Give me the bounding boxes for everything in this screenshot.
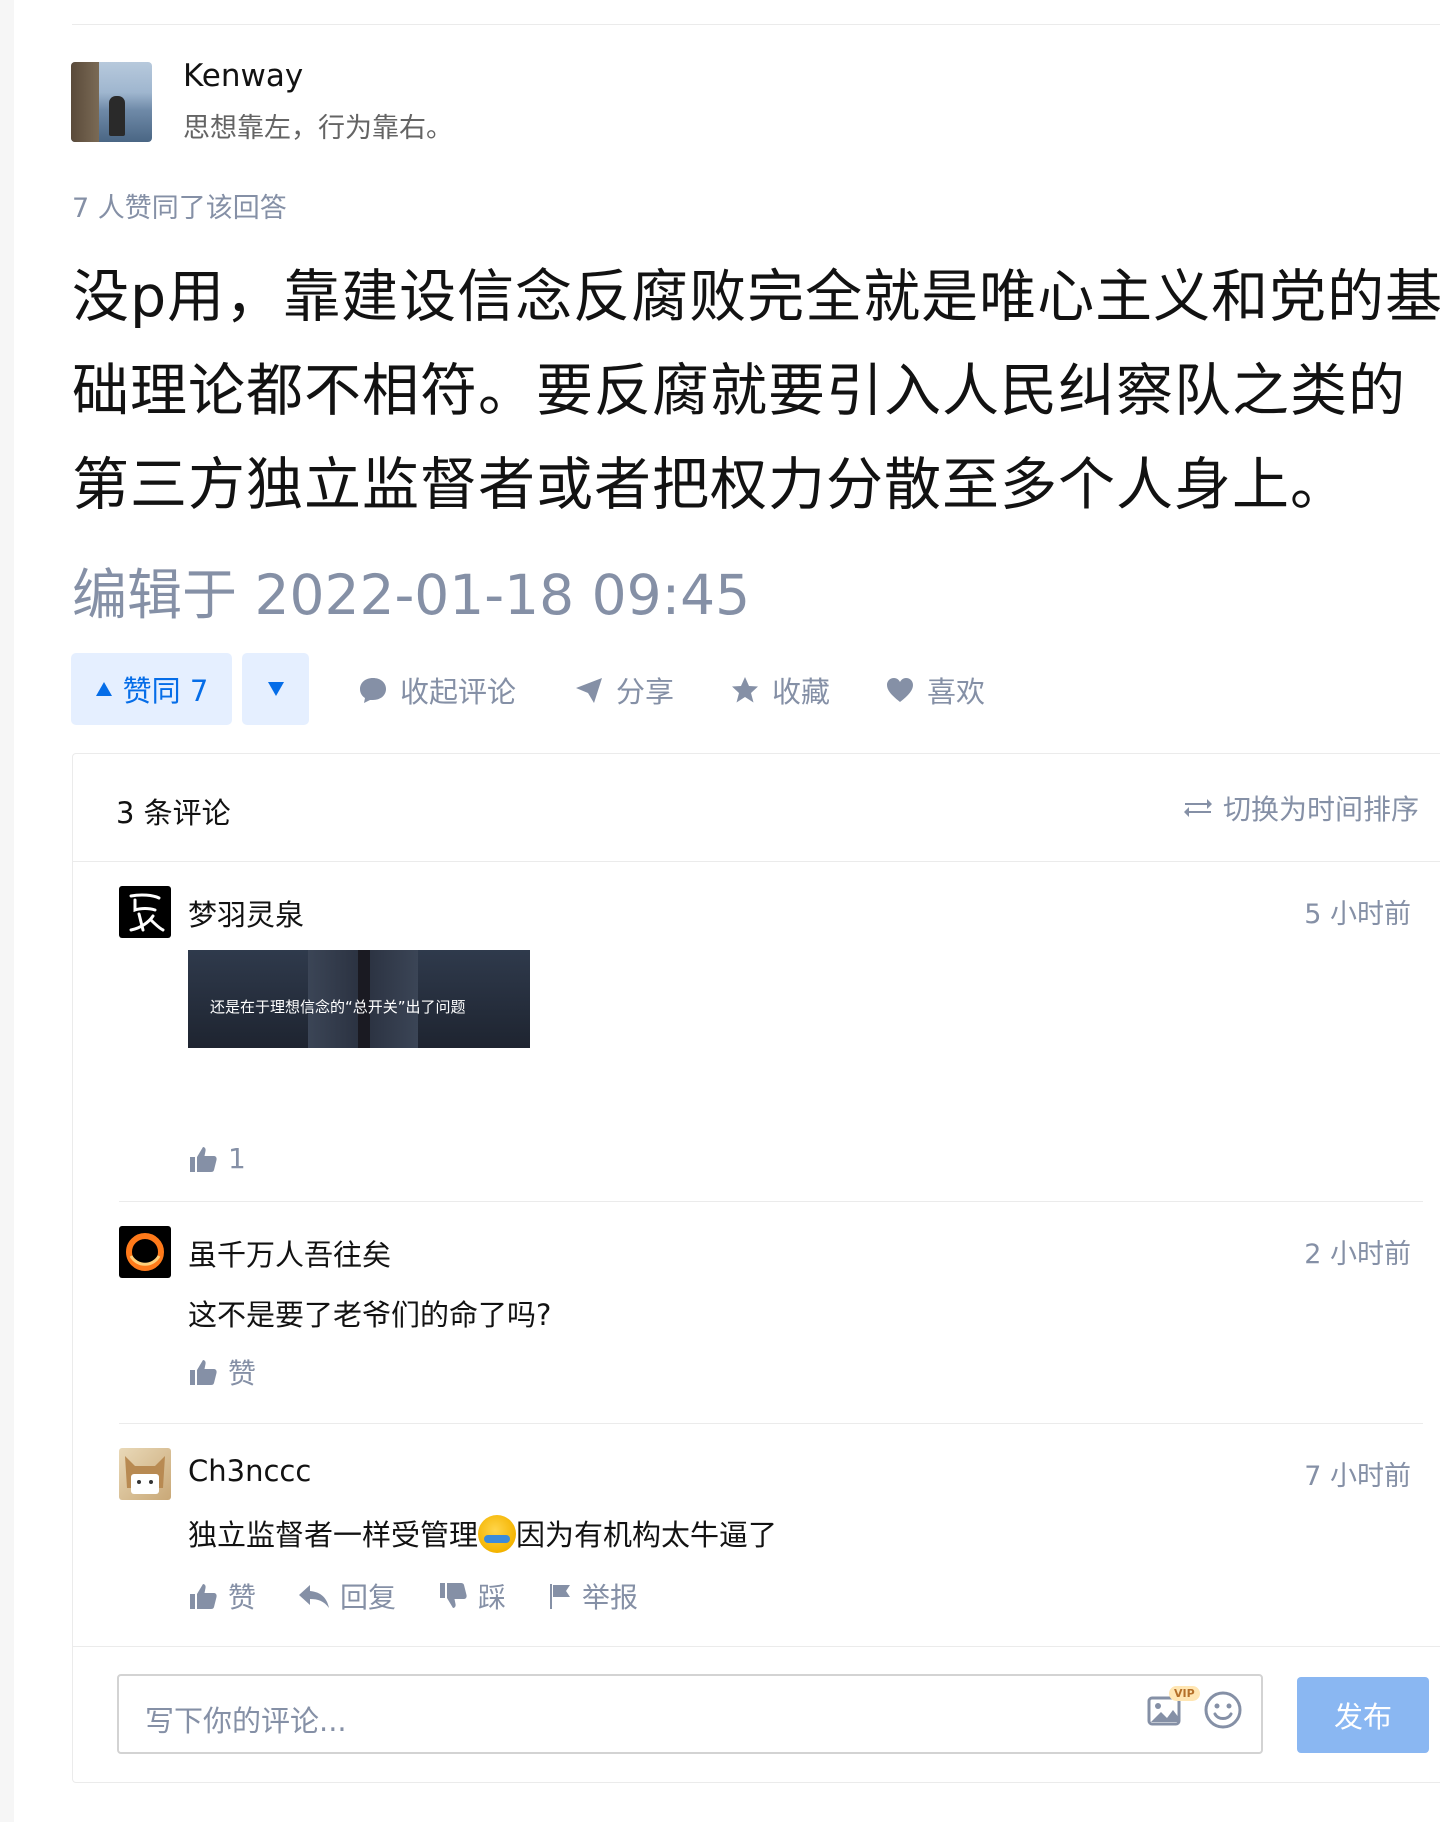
commenter-name[interactable]: 虽千万人吾往矣	[188, 1232, 391, 1274]
comment-input[interactable]: 写下你的评论... VIP	[117, 1674, 1263, 1754]
share-button[interactable]: 分享	[574, 668, 674, 712]
comments-count: 3 条评论	[116, 796, 231, 830]
share-label: 分享	[616, 675, 675, 709]
thumbs-up-icon	[190, 1360, 217, 1385]
thumbs-up-icon	[190, 1584, 217, 1609]
comment-like-label: 赞	[228, 1581, 257, 1614]
comment-like-button[interactable]: 1	[188, 1142, 246, 1175]
comment-image[interactable]: 还是在于理想信念的“总开关”出了问题	[188, 950, 530, 1048]
collect-label: 收藏	[772, 675, 831, 709]
like-label: 喜欢	[927, 675, 986, 709]
like-button[interactable]: 喜欢	[885, 668, 985, 712]
upvote-button[interactable]: 赞同 7	[71, 653, 232, 725]
sort-toggle-label: 切换为时间排序	[1222, 793, 1419, 826]
comment-time: 7 小时前	[1304, 1461, 1411, 1492]
emoji-button[interactable]	[1203, 1690, 1243, 1734]
comment-item: 梦羽灵泉 5 小时前 还是在于理想信念的“总开关”出了问题 1	[73, 862, 1440, 1202]
avatar-tree	[71, 62, 99, 142]
comment-time: 5 小时前	[1304, 899, 1411, 930]
commenter-avatar[interactable]	[119, 1448, 171, 1500]
comment-report-button[interactable]: 举报	[548, 1576, 638, 1616]
triangle-down-icon	[267, 682, 284, 696]
collapse-comments-button[interactable]: 收起评论	[358, 668, 516, 712]
thumbs-up-icon	[190, 1146, 217, 1172]
comment-actions: 1	[188, 1142, 246, 1175]
reply-arrow-icon	[299, 1585, 330, 1608]
comment-reply-label: 回复	[340, 1581, 397, 1614]
divider	[72, 24, 1440, 25]
commenter-name[interactable]: 梦羽灵泉	[188, 892, 304, 934]
comment-input-zone: 写下你的评论... VIP 发布	[73, 1646, 1440, 1782]
comment-text: 独立监督者一样受管理 因为有机构太牛逼了	[188, 1512, 777, 1554]
calligraphy-avatar-icon	[129, 893, 165, 932]
paper-plane-icon	[576, 678, 602, 703]
triangle-up-icon	[95, 682, 112, 696]
heart-icon	[887, 678, 913, 702]
upvote-label: 赞同 7	[122, 674, 209, 708]
comment-text: 这不是要了老爷们的命了吗?	[188, 1298, 552, 1332]
flag-icon	[550, 1584, 571, 1609]
comment-like-button[interactable]: 赞	[188, 1352, 256, 1392]
thumbs-down-icon	[440, 1583, 467, 1608]
collect-button[interactable]: 收藏	[730, 668, 830, 712]
commenter-name[interactable]: Ch3nccc	[188, 1454, 311, 1488]
insert-image-button[interactable]: VIP	[1147, 1686, 1200, 1732]
author-avatar[interactable]	[71, 62, 152, 142]
cat-avatar-icon	[125, 1456, 165, 1494]
comment-like-label: 赞	[228, 1357, 257, 1390]
swap-arrows-icon	[1183, 799, 1212, 817]
star-icon	[732, 677, 758, 703]
author-name[interactable]: Kenway	[183, 58, 303, 94]
comment-dislike-label: 踩	[478, 1581, 507, 1614]
comment-item: Ch3nccc 7 小时前 独立监督者一样受管理 因为有机构太牛逼了 赞 回复 踩	[73, 1424, 1440, 1648]
comment-report-label: 举报	[582, 1581, 639, 1614]
commenter-avatar[interactable]	[119, 886, 171, 938]
comment-reply-button[interactable]: 回复	[298, 1576, 396, 1616]
vip-badge: VIP	[1169, 1686, 1200, 1701]
answer-body: 没p用，靠建设信念反腐败完全就是唯心主义和党的基础理论都不相符。要反腐就要引入人…	[72, 264, 1440, 518]
comments-header: 3 条评论 切换为时间排序	[73, 754, 1440, 862]
smiley-icon	[1204, 1691, 1242, 1729]
author-bio: 思想靠左，行为靠右。	[183, 113, 453, 144]
sort-toggle-button[interactable]: 切换为时间排序	[1183, 788, 1419, 828]
comment-like-button[interactable]: 赞	[188, 1576, 256, 1616]
comment-like-count: 1	[228, 1142, 246, 1175]
comments-panel: 3 条评论 切换为时间排序 梦羽灵泉 5 小时前 还是在于理想信念的“总开关”出…	[72, 753, 1440, 1783]
comment-time: 2 小时前	[1304, 1239, 1411, 1270]
comment-actions: 赞 回复 踩 举报	[188, 1576, 638, 1616]
comment-bubble-icon	[360, 678, 386, 703]
collapse-comments-label: 收起评论	[400, 675, 517, 709]
commenter-avatar[interactable]	[119, 1226, 171, 1278]
comment-text-part-1: 独立监督者一样受管理	[188, 1518, 479, 1552]
answer-card: Kenway 思想靠左，行为靠右。 7 人赞同了该回答 没p用，靠建设信念反腐败…	[14, 0, 1440, 1822]
comment-dislike-button[interactable]: 踩	[438, 1576, 506, 1616]
submit-comment-button[interactable]: 发布	[1297, 1677, 1429, 1753]
votes-summary[interactable]: 7 人赞同了该回答	[72, 186, 287, 225]
black-hole-avatar-icon	[126, 1233, 164, 1271]
comment-actions: 赞	[188, 1352, 256, 1392]
comment-input-placeholder: 写下你的评论...	[145, 1704, 347, 1738]
input-icons: VIP	[1147, 1686, 1243, 1734]
edited-timestamp: 编辑于 2022-01-18 09:45	[72, 563, 751, 627]
image-caption: 还是在于理想信念的“总开关”出了问题	[210, 998, 466, 1016]
laugh-crying-emoji-icon	[478, 1515, 517, 1553]
avatar-person	[109, 96, 125, 136]
downvote-button[interactable]	[242, 653, 309, 725]
comment-text-part-2: 因为有机构太牛逼了	[516, 1518, 778, 1552]
comment-item: 虽千万人吾往矣 2 小时前 这不是要了老爷们的命了吗? 赞	[73, 1202, 1440, 1424]
